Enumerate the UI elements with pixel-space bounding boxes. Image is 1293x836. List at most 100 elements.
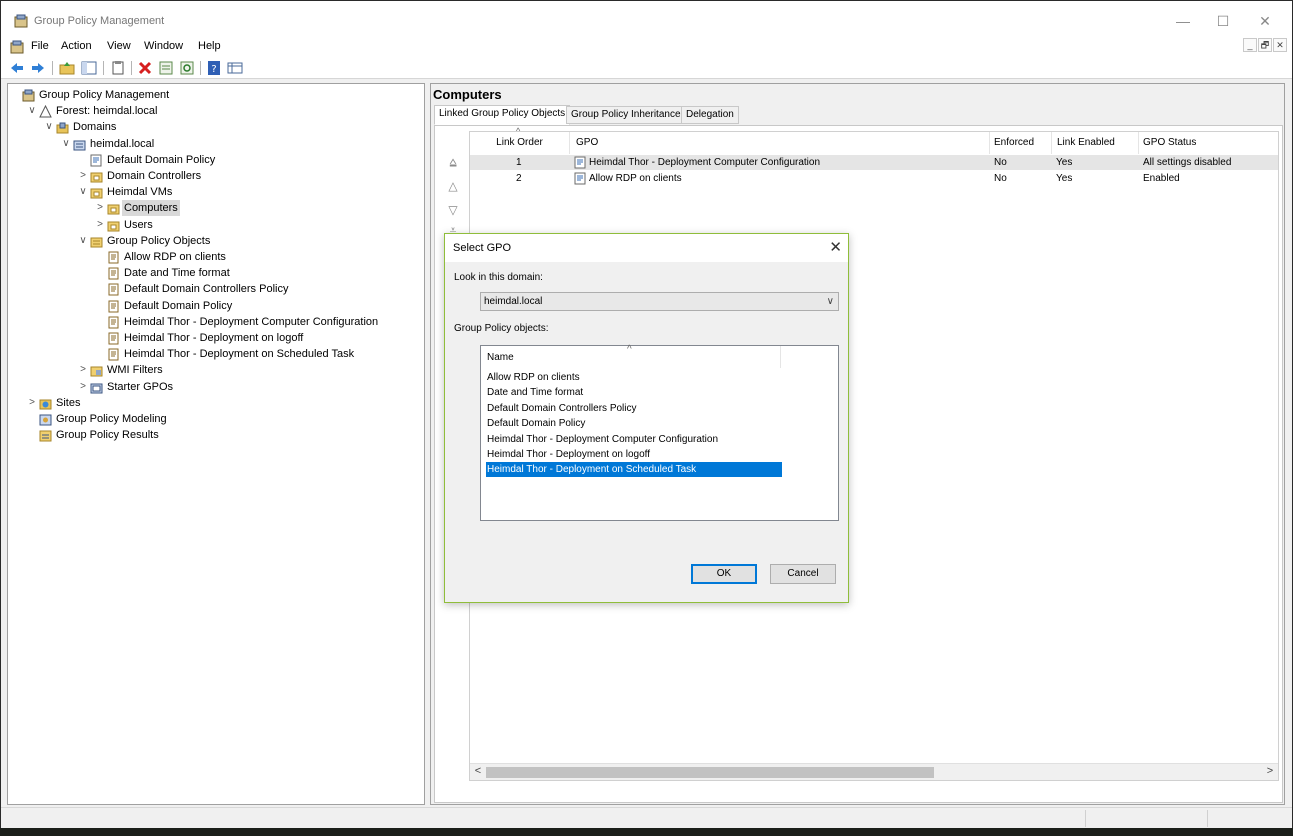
maximize-button[interactable]: ☐	[1203, 9, 1243, 33]
list-item[interactable]: Default Domain Policy	[486, 416, 782, 431]
tree-item[interactable]: ∨ heimdal.local	[8, 136, 418, 152]
mdi-minimize-button[interactable]: _	[1243, 38, 1257, 52]
tree-item-label: Computers	[122, 200, 180, 217]
menu-action[interactable]: Action	[61, 40, 92, 52]
back-arrow-icon[interactable]	[9, 60, 25, 76]
move-up-icon[interactable]: △	[445, 178, 461, 194]
gpm-window: Group Policy Management — ☐ ✕ File Actio…	[0, 0, 1293, 828]
up-folder-icon[interactable]	[59, 60, 75, 76]
expand-chevron-icon[interactable]: >	[78, 379, 88, 395]
menu-file[interactable]: File	[31, 40, 49, 52]
col-header-gpo-status[interactable]: GPO Status	[1139, 132, 1278, 154]
cancel-button[interactable]: Cancel	[770, 564, 836, 584]
scrollbar-thumb[interactable]	[486, 767, 934, 778]
cell-gpo-name: Heimdal Thor - Deployment Computer Confi…	[589, 157, 821, 168]
col-header-link-enabled[interactable]: Link Enabled	[1053, 132, 1139, 154]
tab-delegation[interactable]: Delegation	[681, 106, 739, 124]
collapse-chevron-icon[interactable]: ∨	[78, 233, 88, 249]
forward-arrow-icon[interactable]	[30, 60, 46, 76]
tree-item[interactable]: Default Domain Policy	[8, 152, 418, 168]
tree-item[interactable]: ∨ Domains	[8, 119, 418, 135]
collapse-chevron-icon[interactable]: ∨	[44, 119, 54, 135]
domain-dropdown[interactable]: heimdal.local ∨	[480, 292, 839, 311]
ok-button[interactable]: OK	[691, 564, 757, 584]
tree-item[interactable]: Group Policy Results	[8, 427, 418, 443]
gpo-list[interactable]: Name ^ Allow RDP on clients Date and Time…	[480, 344, 839, 521]
dialog-title: Select GPO	[453, 242, 512, 254]
move-to-top-icon[interactable]: ⩠	[445, 154, 461, 170]
col-header-name[interactable]: Name ^	[481, 344, 781, 368]
tree-item[interactable]: Default Domain Controllers Policy	[8, 281, 418, 297]
collapse-chevron-icon[interactable]: ∨	[78, 184, 88, 200]
menu-help[interactable]: Help	[198, 40, 221, 52]
expand-chevron-icon[interactable]: >	[27, 395, 37, 411]
expand-chevron-icon[interactable]: >	[95, 200, 105, 216]
expand-chevron-icon[interactable]: >	[78, 168, 88, 184]
properties-icon[interactable]	[110, 60, 126, 76]
mdi-system-icon[interactable]	[10, 40, 24, 54]
tree-item[interactable]: Heimdal Thor - Deployment on logoff	[8, 330, 418, 346]
gpo-icon	[108, 267, 119, 280]
tree-item[interactable]: > Computers	[8, 200, 418, 217]
menu-window[interactable]: Window	[144, 40, 183, 52]
list-item[interactable]: Date and Time format	[486, 385, 782, 400]
table-row[interactable]: 2 Allow RDP on clients No Yes Enabled	[470, 171, 1278, 186]
collapse-chevron-icon[interactable]: ∨	[27, 103, 37, 119]
list-item[interactable]: Default Domain Controllers Policy	[486, 401, 782, 416]
list-item[interactable]: Heimdal Thor - Deployment on logoff	[486, 447, 782, 462]
tree-item-label: Group Policy Management	[39, 89, 170, 101]
tree-item[interactable]: > WMI Filters	[8, 362, 418, 378]
delete-icon[interactable]	[137, 60, 153, 76]
tree-item[interactable]: ∨ Heimdal VMs	[8, 184, 418, 200]
tree-item-label: Domain Controllers	[107, 170, 202, 182]
pane-title: Computers	[433, 87, 502, 102]
show-hide-tree-icon[interactable]	[81, 60, 97, 76]
tree-item[interactable]: Date and Time format	[8, 265, 418, 281]
export-list-icon[interactable]	[158, 60, 174, 76]
minimize-button[interactable]: —	[1163, 9, 1203, 33]
forest-icon	[39, 105, 52, 118]
close-button[interactable]: ✕	[1245, 9, 1285, 33]
look-in-label: Look in this domain:	[454, 272, 543, 283]
details-view-icon[interactable]	[227, 60, 243, 76]
tree-item[interactable]: Default Domain Policy	[8, 298, 418, 314]
mdi-close-button[interactable]: ✕	[1273, 38, 1287, 52]
tree-item[interactable]: > Starter GPOs	[8, 379, 418, 395]
window-title: Group Policy Management	[34, 15, 165, 27]
scroll-left-button[interactable]: <	[471, 765, 485, 777]
status-cell	[1085, 810, 1207, 827]
expand-chevron-icon[interactable]: >	[95, 217, 105, 233]
tree-item[interactable]: Allow RDP on clients	[8, 249, 418, 265]
tree-item[interactable]: > Sites	[8, 395, 418, 411]
tree-item[interactable]: Group Policy Modeling	[8, 411, 418, 427]
expand-chevron-icon[interactable]: >	[78, 362, 88, 378]
tab-gp-inheritance[interactable]: Group Policy Inheritance	[566, 106, 686, 124]
horizontal-scrollbar[interactable]: < >	[470, 763, 1278, 780]
list-item[interactable]: Heimdal Thor - Deployment on Scheduled T…	[486, 462, 782, 478]
list-item[interactable]: Heimdal Thor - Deployment Computer Confi…	[486, 432, 782, 447]
tree-item[interactable]: ∨ Forest: heimdal.local	[8, 103, 418, 119]
menu-view[interactable]: View	[107, 40, 131, 52]
scroll-right-button[interactable]: >	[1263, 765, 1277, 777]
list-item[interactable]: Allow RDP on clients	[486, 370, 782, 385]
tab-linked-gpos[interactable]: Linked Group Policy Objects	[434, 105, 571, 125]
tree-item[interactable]: Group Policy Management	[8, 87, 418, 103]
help-icon[interactable]: ?	[206, 60, 222, 76]
col-header-enforced[interactable]: Enforced	[990, 132, 1052, 154]
tree-item[interactable]: ∨ Group Policy Objects	[8, 233, 418, 249]
gpo-icon	[108, 283, 119, 296]
mdi-restore-button[interactable]: 🗗	[1258, 38, 1272, 52]
domains-icon	[56, 122, 69, 134]
tree-item[interactable]: Heimdal Thor - Deployment Computer Confi…	[8, 314, 418, 330]
refresh-icon[interactable]	[179, 60, 195, 76]
collapse-chevron-icon[interactable]: ∨	[61, 136, 71, 152]
move-down-icon[interactable]: ▽	[445, 202, 461, 218]
wmi-folder-icon	[90, 366, 103, 377]
chevron-down-icon: ∨	[826, 296, 834, 307]
tree-item[interactable]: > Domain Controllers	[8, 168, 418, 184]
col-header-gpo[interactable]: GPO	[572, 132, 990, 154]
dialog-close-button[interactable]: ✕	[829, 238, 842, 256]
tree-item[interactable]: > Users	[8, 217, 418, 233]
table-row[interactable]: 1 Heimdal Thor - Deployment Computer Con…	[470, 155, 1278, 170]
tree-item[interactable]: Heimdal Thor - Deployment on Scheduled T…	[8, 346, 418, 362]
